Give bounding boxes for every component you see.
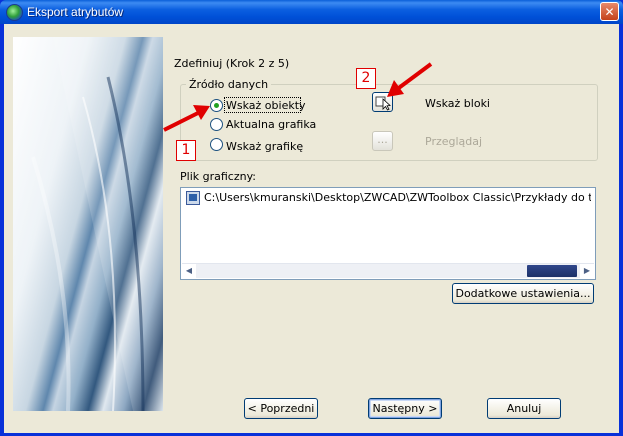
app-globe-icon [6, 4, 23, 21]
annotation-arrow-2 [387, 62, 433, 97]
title-bar[interactable]: Eksport atrybutów ✕ [0, 0, 623, 24]
close-button[interactable]: ✕ [600, 2, 619, 21]
dialog-body: Zdefiniuj (Krok 2 z 5) Źródło danych Wsk… [4, 24, 619, 433]
window-title: Eksport atrybutów [27, 5, 124, 19]
annotation-arrows [163, 62, 433, 132]
annotation-arrow-1 [163, 105, 210, 132]
dialog-window: Eksport atrybutów ✕ Zdefiniuj (Krok 2 z … [0, 0, 623, 436]
